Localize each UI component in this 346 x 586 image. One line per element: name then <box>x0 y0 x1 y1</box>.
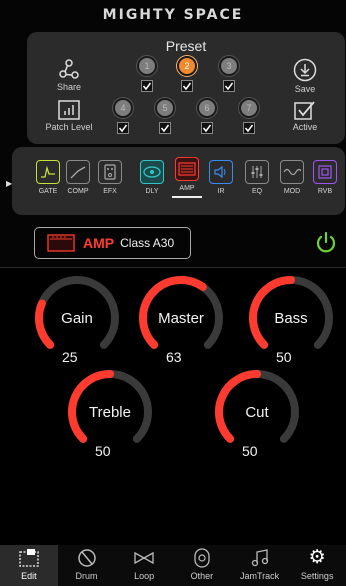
tab-edit[interactable]: Edit <box>0 545 58 586</box>
knob-gain[interactable]: Gain 25 <box>34 275 120 365</box>
save-label: Save <box>294 84 316 94</box>
loop-icon <box>134 551 154 565</box>
music-note-icon <box>251 549 268 567</box>
preset-slot-7-check[interactable] <box>243 122 255 134</box>
edit-icon <box>19 549 39 567</box>
bottom-tab-bar: Edit Drum Loop Other JamTrack ⚙ Settings <box>0 545 346 586</box>
gate-icon <box>36 160 60 184</box>
fx-amp[interactable]: AMP <box>172 157 202 192</box>
preset-slot-5-check[interactable] <box>159 122 171 134</box>
gain-value: 25 <box>62 349 78 365</box>
active-checkbox-icon <box>294 101 315 120</box>
power-icon[interactable] <box>315 231 337 255</box>
knob-bass[interactable]: Bass 50 <box>248 275 334 365</box>
amp-model-name: Class A30 <box>120 236 175 250</box>
fx-ir-label: IR <box>217 188 225 195</box>
preset-slot-6-check[interactable] <box>201 122 213 134</box>
preset-slot-4[interactable]: 4 <box>113 98 133 118</box>
speaker-ir-icon <box>209 160 233 184</box>
share-button[interactable]: Share <box>39 58 99 92</box>
save-download-icon <box>293 58 317 82</box>
fx-eq[interactable]: EQ <box>242 160 272 195</box>
preset-title: Preset <box>165 38 207 54</box>
tab-other-label: Other <box>190 571 214 581</box>
amp-label: AMP <box>83 235 115 251</box>
fx-amp-label: AMP <box>179 185 195 192</box>
bass-value: 50 <box>276 349 292 365</box>
fx-efx-label: EFX <box>103 188 117 195</box>
treble-value: 50 <box>95 443 111 459</box>
tab-jamtrack[interactable]: JamTrack <box>231 545 289 586</box>
knob-master[interactable]: Master 63 <box>138 275 224 365</box>
preset-slot-3[interactable]: 3 <box>219 56 239 76</box>
cut-label: Cut <box>245 404 269 421</box>
comp-icon <box>66 160 90 184</box>
save-button[interactable]: Save <box>275 58 335 94</box>
preset-panel: Preset Share Patch Level Save Active 1 2… <box>27 32 345 144</box>
active-toggle[interactable]: Active <box>275 100 335 132</box>
fx-dly-label: DLY <box>145 188 159 195</box>
fx-gate[interactable]: GATE <box>33 160 63 195</box>
knob-cut[interactable]: Cut 50 <box>214 369 300 459</box>
fx-eq-label: EQ <box>251 188 263 195</box>
preset-slot-1[interactable]: 1 <box>137 56 157 76</box>
bass-label: Bass <box>274 310 308 327</box>
preset-slot-2[interactable]: 2 <box>177 56 197 76</box>
master-label: Master <box>158 310 204 327</box>
preset-slot-1-check[interactable] <box>141 80 153 92</box>
master-value: 63 <box>166 349 182 365</box>
tab-settings[interactable]: ⚙ Settings <box>288 545 346 586</box>
fx-gate-label: GATE <box>38 188 58 195</box>
tab-jamtrack-label: JamTrack <box>239 571 280 581</box>
amp-model-selector[interactable]: AMP Class A30 <box>34 227 191 259</box>
fx-dly[interactable]: DLY <box>137 160 167 195</box>
tab-loop[interactable]: Loop <box>115 545 173 586</box>
fx-comp[interactable]: COMP <box>63 160 93 195</box>
tab-drum-label: Drum <box>75 571 98 581</box>
fx-comp-label: COMP <box>67 188 89 195</box>
preset-slot-7[interactable]: 7 <box>239 98 259 118</box>
amp-icon <box>175 157 199 181</box>
reverb-icon <box>313 160 337 184</box>
app-title: MIGHTY SPACE <box>102 7 244 23</box>
fx-efx[interactable]: EFX <box>95 160 125 195</box>
patch-level-button[interactable]: Patch Level <box>39 100 99 132</box>
eq-sliders-icon <box>245 160 269 184</box>
efx-pedal-icon <box>98 160 122 184</box>
gain-label: Gain <box>61 310 93 327</box>
tab-drum[interactable]: Drum <box>58 545 116 586</box>
preset-slot-2-check[interactable] <box>181 80 193 92</box>
level-meter-icon <box>58 100 80 120</box>
gear-icon: ⚙ <box>308 547 326 568</box>
preset-slot-6[interactable]: 6 <box>197 98 217 118</box>
other-icon <box>194 548 210 568</box>
share-icon <box>59 59 79 79</box>
delay-icon <box>140 160 164 184</box>
knob-treble[interactable]: Treble 50 <box>67 369 153 459</box>
amp-cabinet-icon <box>47 234 75 252</box>
chain-arrow-icon: ▶ <box>6 179 13 188</box>
fx-mod[interactable]: MOD <box>277 160 307 195</box>
tab-settings-label: Settings <box>300 571 334 581</box>
preset-slot-5[interactable]: 5 <box>155 98 175 118</box>
treble-label: Treble <box>89 404 131 421</box>
tab-loop-label: Loop <box>134 571 155 581</box>
tab-edit-label: Edit <box>21 571 37 581</box>
mod-wave-icon <box>280 160 304 184</box>
fx-rvb-label: RVB <box>317 188 333 195</box>
drum-icon <box>77 549 96 567</box>
fx-selected-indicator <box>172 196 202 198</box>
tab-other[interactable]: Other <box>173 545 231 586</box>
patch-level-label: Patch Level <box>45 122 93 132</box>
preset-slot-4-check[interactable] <box>117 122 129 134</box>
preset-slot-3-check[interactable] <box>223 80 235 92</box>
fx-ir[interactable]: IR <box>206 160 236 195</box>
fx-mod-label: MOD <box>283 188 301 195</box>
fx-rvb[interactable]: RVB <box>310 160 340 195</box>
app-header: MIGHTY SPACE <box>0 0 346 30</box>
cut-value: 50 <box>242 443 258 459</box>
active-label: Active <box>292 122 318 132</box>
share-label: Share <box>56 82 82 92</box>
